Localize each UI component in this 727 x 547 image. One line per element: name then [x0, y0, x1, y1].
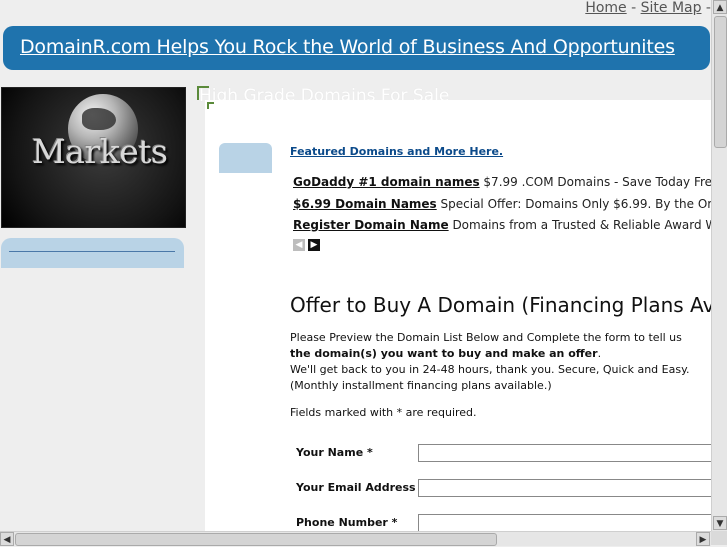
- sidebar-box: [1, 238, 184, 268]
- offer-line: Please Preview the Domain List Below and…: [290, 331, 682, 344]
- ad-item: Register Domain Name Domains from a Trus…: [293, 218, 727, 232]
- featured-tab: [219, 143, 272, 173]
- offer-line: (Monthly installment financing plans ava…: [290, 379, 552, 392]
- name-label: Your Name *: [296, 446, 373, 459]
- ad-text: Special Offer: Domains Only $6.99. By th…: [440, 197, 727, 211]
- email-label: Your Email Address *: [296, 481, 426, 494]
- email-field[interactable]: [418, 479, 718, 497]
- site-map-link[interactable]: Site Map: [641, 0, 702, 16]
- offer-heading: Offer to Buy A Domain (Financing Plans A…: [290, 293, 727, 317]
- vertical-scrollbar[interactable]: ▲ ▼: [711, 0, 727, 531]
- ad-title-link[interactable]: Register Domain Name: [293, 218, 449, 232]
- offer-line: We'll get back to you in 24-48 hours, th…: [290, 363, 690, 376]
- ads-pager: ◀ ▶: [293, 239, 323, 258]
- ad-text: Domains from a Trusted & Reliable Award …: [452, 218, 727, 232]
- scroll-up-icon[interactable]: ▲: [713, 0, 727, 14]
- horizontal-scroll-thumb[interactable]: [15, 533, 497, 546]
- phone-field[interactable]: [418, 514, 718, 532]
- horizontal-scrollbar[interactable]: ◀ ▶: [0, 531, 711, 546]
- broken-image-icon: [207, 102, 214, 109]
- site-title-link[interactable]: DomainR.com Helps You Rock the World of …: [20, 36, 675, 58]
- offer-description: Please Preview the Domain List Below and…: [290, 330, 690, 394]
- ad-title-link[interactable]: GoDaddy #1 domain names: [293, 175, 480, 189]
- top-nav: Home - Site Map -: [585, 0, 711, 16]
- nav-separator: -: [626, 0, 641, 16]
- ad-title-link[interactable]: $6.99 Domain Names: [293, 197, 437, 211]
- markets-image-text: Markets: [32, 132, 168, 171]
- sidebar-divider: [9, 251, 175, 252]
- vertical-scroll-thumb[interactable]: [714, 16, 727, 148]
- ad-item: GoDaddy #1 domain names $7.99 .COM Domai…: [293, 175, 727, 189]
- phone-label: Phone Number *: [296, 516, 398, 529]
- featured-domains-link[interactable]: Featured Domains and More Here.: [290, 145, 503, 158]
- ad-item: $6.99 Domain Names Special Offer: Domain…: [293, 197, 727, 211]
- header-banner: DomainR.com Helps You Rock the World of …: [3, 26, 710, 70]
- scroll-left-icon[interactable]: ◀: [0, 532, 14, 546]
- home-link[interactable]: Home: [585, 0, 626, 16]
- name-field[interactable]: [418, 444, 718, 462]
- scrollbar-corner: [711, 531, 727, 545]
- main-content: Featured Domains and More Here. GoDaddy …: [205, 100, 727, 532]
- markets-image: Markets: [1, 87, 186, 228]
- scroll-down-icon[interactable]: ▼: [713, 516, 727, 530]
- ad-text: $7.99 .COM Domains - Save Today Free Hos…: [483, 175, 727, 189]
- globe-continent: [82, 108, 116, 130]
- offer-emphasis: the domain(s) you want to buy and make a…: [290, 347, 598, 360]
- prev-arrow-icon[interactable]: ◀: [293, 239, 305, 251]
- offer-line: the domain(s) you want to buy and make a…: [290, 346, 690, 362]
- nav-separator: -: [701, 0, 711, 16]
- offer-period: .: [597, 347, 602, 360]
- required-note: Fields marked with * are required.: [290, 406, 477, 419]
- next-arrow-icon[interactable]: ▶: [308, 239, 320, 251]
- scroll-right-icon[interactable]: ▶: [696, 532, 710, 546]
